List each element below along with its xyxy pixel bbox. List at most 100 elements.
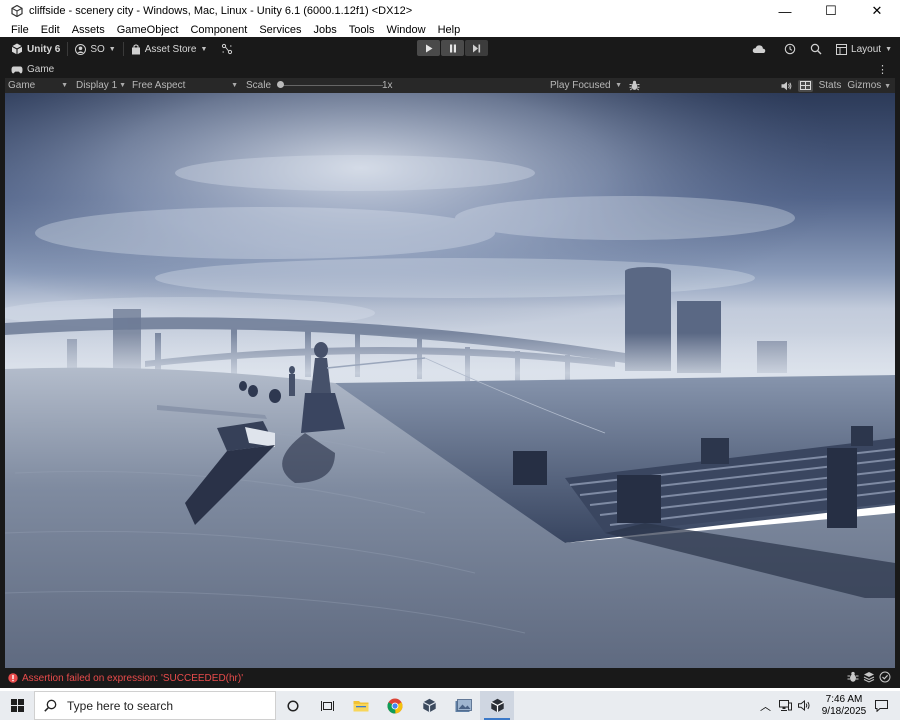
speaker-icon[interactable]	[781, 81, 792, 91]
taskbar-file-explorer[interactable]	[344, 691, 378, 720]
start-button[interactable]	[0, 691, 34, 720]
grid-overlay-icon	[799, 81, 811, 90]
gamepad-icon	[11, 66, 23, 73]
toolbar-right: Layout ▼	[752, 40, 892, 58]
scale-slider-handle[interactable]	[277, 81, 284, 88]
version-control-button[interactable]	[216, 40, 242, 58]
menu-tools[interactable]: Tools	[343, 24, 381, 36]
separator	[67, 42, 69, 56]
game-viewport[interactable]	[5, 93, 895, 668]
check-circle-icon[interactable]	[879, 671, 891, 683]
system-clock[interactable]: 7:46 AM 9/18/2025	[819, 694, 869, 718]
maximize-button[interactable]: ☐	[808, 0, 854, 22]
network-icon[interactable]	[779, 700, 792, 711]
menu-bar: File Edit Assets GameObject Component Se…	[0, 22, 900, 37]
menu-gameobject[interactable]: GameObject	[111, 24, 185, 36]
cortana-button[interactable]	[276, 691, 310, 720]
game-view-controls: Game ▼ Display 1 ▼ Free Aspect ▼ Scale 1…	[5, 78, 895, 93]
view-mode-label: Game	[8, 80, 36, 91]
console-status-bar[interactable]: Assertion failed on expression: 'SUCCEED…	[5, 668, 895, 688]
taskbar-unity-hub[interactable]	[412, 691, 446, 720]
menu-jobs[interactable]: Jobs	[308, 24, 343, 36]
cortana-circle-icon	[287, 699, 299, 712]
step-button[interactable]	[465, 40, 488, 56]
stats-button[interactable]: Stats	[819, 80, 842, 91]
taskbar-unity-editor[interactable]	[480, 691, 514, 720]
notification-icon[interactable]	[875, 699, 888, 712]
chevron-down-icon: ▼	[231, 82, 238, 89]
bug-icon[interactable]	[629, 80, 640, 91]
chevron-down-icon: ▼	[615, 82, 622, 89]
chevron-down-icon: ▼	[200, 45, 208, 53]
chevron-down-icon: ▼	[119, 82, 126, 89]
menu-help[interactable]: Help	[432, 24, 467, 36]
pause-icon	[449, 44, 456, 52]
debugger-bug-icon[interactable]	[847, 671, 859, 683]
display-dropdown[interactable]: Display 1 ▼	[73, 78, 129, 93]
aspect-label: Free Aspect	[132, 80, 186, 91]
account-label: SO	[90, 43, 105, 55]
taskbar-chrome[interactable]	[378, 691, 412, 720]
step-icon	[473, 44, 481, 52]
cloud-icon[interactable]	[752, 44, 766, 54]
stack-layers-icon[interactable]	[863, 671, 875, 683]
unity-hub-icon	[422, 698, 436, 713]
separator	[122, 42, 124, 56]
history-icon[interactable]	[784, 43, 796, 55]
unity-home-button[interactable]: Unity 6	[6, 40, 65, 58]
gizmos-overlay-toggle[interactable]	[797, 79, 813, 92]
menu-edit[interactable]: Edit	[35, 24, 66, 36]
account-dropdown[interactable]: SO ▼	[70, 40, 120, 58]
chevron-down-icon: ▼	[885, 45, 892, 53]
search-placeholder: Type here to search	[67, 698, 174, 713]
task-view-button[interactable]	[310, 691, 344, 720]
console-error-message[interactable]: Assertion failed on expression: 'SUCCEED…	[22, 673, 243, 684]
menu-assets[interactable]: Assets	[66, 24, 111, 36]
windows-taskbar: Type here to search ︿ 7:46 AM 9/18/2025	[0, 691, 900, 720]
scale-slider-track[interactable]	[280, 85, 383, 86]
menu-window[interactable]: Window	[380, 24, 431, 36]
tab-game-label: Game	[27, 64, 55, 75]
unity-version-label: Unity 6	[27, 43, 61, 55]
minimize-button[interactable]: —	[762, 0, 808, 22]
scale-value: 1x	[382, 80, 393, 91]
play-mode-label: Play Focused	[550, 80, 611, 91]
shopping-bag-icon	[131, 43, 140, 54]
window-title: cliffside - scenery city - Windows, Mac,…	[29, 5, 413, 17]
scale-value-wrap: 1x	[379, 78, 399, 93]
tab-game[interactable]: Game	[0, 61, 54, 78]
volume-icon[interactable]	[798, 700, 811, 711]
minimize-icon: —	[778, 3, 792, 19]
menu-services[interactable]: Services	[253, 24, 307, 36]
taskbar-image-viewer[interactable]	[446, 691, 480, 720]
version-control-icon	[222, 43, 233, 55]
screen: cliffside - scenery city - Windows, Mac,…	[0, 0, 900, 720]
asset-store-dropdown[interactable]: Asset Store ▼	[126, 40, 213, 58]
chrome-icon	[387, 698, 403, 714]
close-button[interactable]: ✕	[854, 0, 900, 22]
gizmos-dropdown[interactable]: Gizmos ▼	[847, 80, 891, 91]
search-icon[interactable]	[810, 43, 822, 55]
status-bar-right	[847, 671, 891, 683]
chevron-down-icon: ▼	[61, 82, 68, 89]
clock-date: 9/18/2025	[821, 705, 867, 717]
chevron-down-icon: ▼	[884, 83, 891, 90]
pause-button[interactable]	[441, 40, 464, 56]
view-mode-dropdown[interactable]: Game ▼	[5, 78, 71, 93]
scale-label-wrap: Scale	[243, 78, 277, 93]
layout-icon	[836, 43, 848, 55]
image-viewer-icon	[455, 698, 472, 712]
aspect-dropdown[interactable]: Free Aspect ▼	[129, 78, 241, 93]
system-tray: ︿ 7:46 AM 9/18/2025	[760, 691, 900, 720]
game-tab-header: Game ⋮	[0, 61, 900, 78]
scale-label: Scale	[246, 80, 272, 91]
layout-dropdown[interactable]: Layout ▼	[830, 40, 892, 58]
more-options-icon[interactable]: ⋮	[877, 63, 888, 76]
play-mode-dropdown[interactable]: Play Focused ▼	[547, 78, 625, 93]
taskbar-search-box[interactable]: Type here to search	[34, 691, 276, 720]
menu-component[interactable]: Component	[184, 24, 253, 36]
menu-file[interactable]: File	[5, 24, 35, 36]
chevron-up-icon[interactable]: ︿	[760, 698, 771, 714]
play-button[interactable]	[417, 40, 440, 56]
error-icon	[8, 673, 18, 683]
